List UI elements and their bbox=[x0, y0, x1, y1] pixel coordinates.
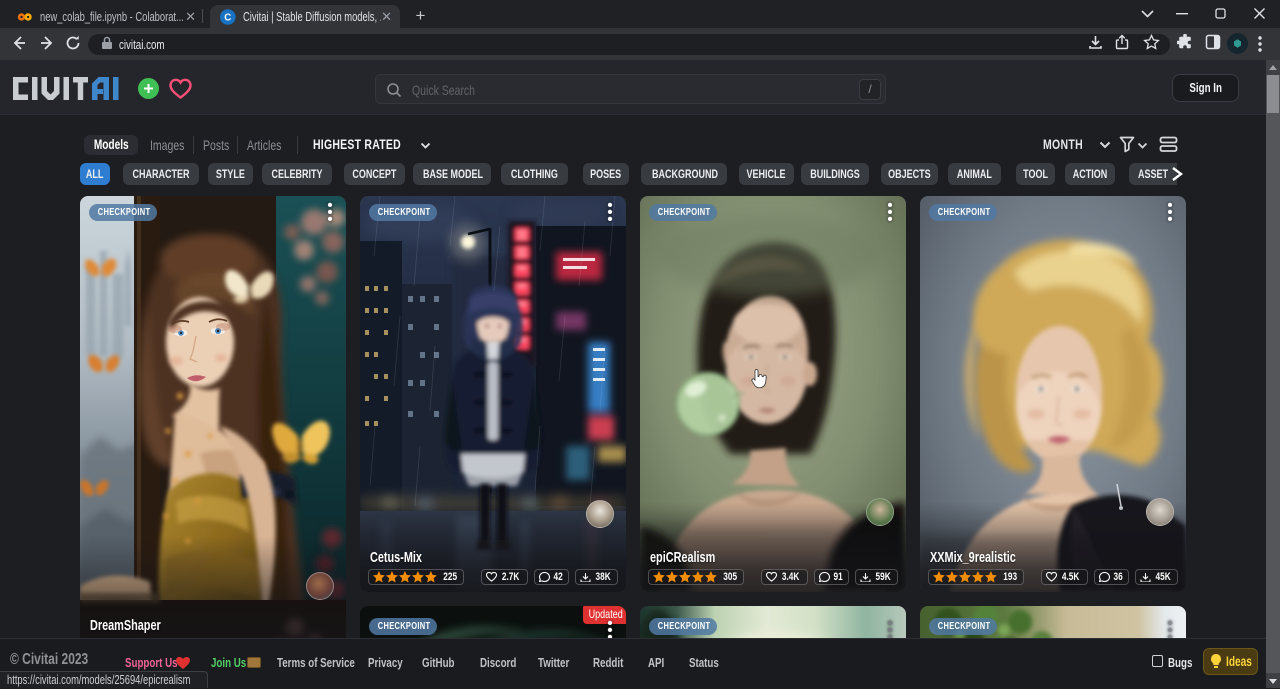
svg-text:C: C bbox=[224, 12, 231, 23]
